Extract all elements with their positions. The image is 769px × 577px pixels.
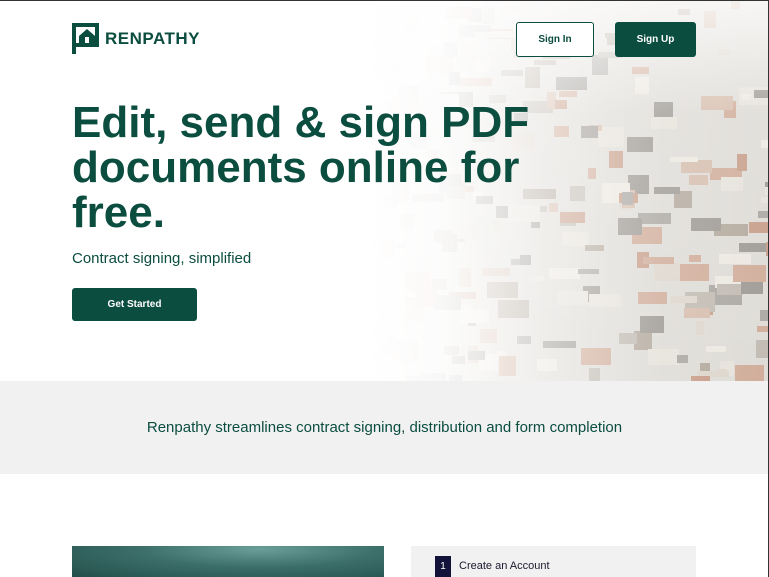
brand-name: RENPATHY <box>105 28 200 48</box>
house-frame-icon <box>72 23 99 54</box>
hero-headline: Edit, send & sign PDF documents online f… <box>72 98 530 237</box>
get-started-button[interactable]: Get Started <box>72 288 197 321</box>
sign-up-button[interactable]: Sign Up <box>615 22 696 57</box>
hero-section: RENPATHY Sign In Sign Up Edit, send & si… <box>0 0 769 381</box>
step-number-badge: 1 <box>435 556 451 577</box>
sign-in-button[interactable]: Sign In <box>516 22 594 57</box>
steps-panel: 1 Create an Account <box>411 546 696 577</box>
value-proposition-text: Renpathy streamlines contract signing, d… <box>146 419 623 436</box>
step-label[interactable]: Create an Account <box>459 560 550 572</box>
hero-subheadline: Contract signing, simplified <box>72 250 252 267</box>
value-proposition-band: Renpathy streamlines contract signing, d… <box>0 381 769 474</box>
feature-image <box>72 546 384 577</box>
brand-logo[interactable]: RENPATHY <box>72 23 200 54</box>
